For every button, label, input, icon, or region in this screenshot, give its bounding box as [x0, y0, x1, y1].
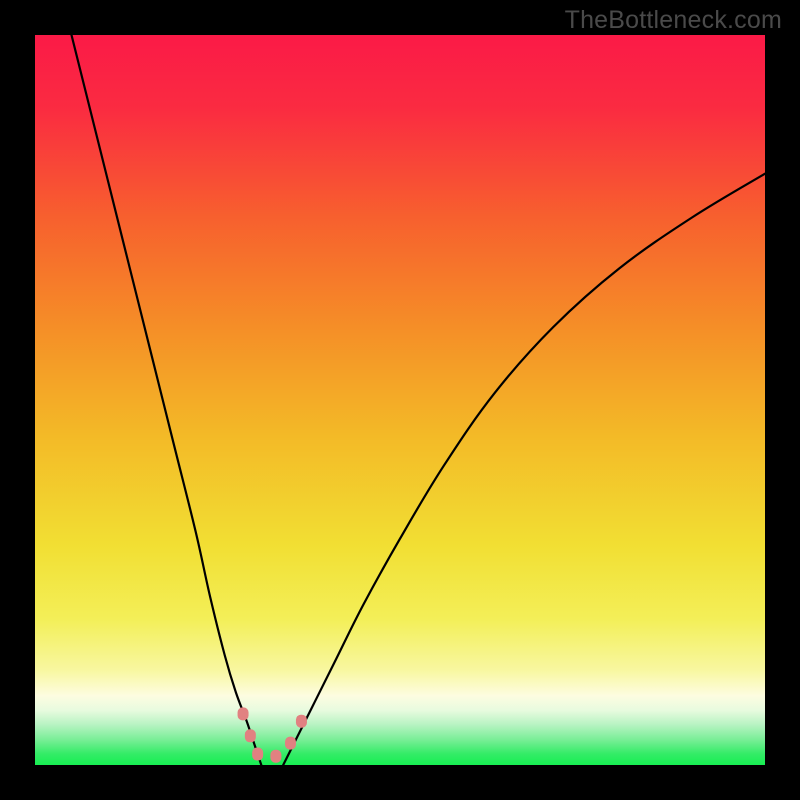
- chart-container: TheBottleneck.com: [0, 0, 800, 800]
- marker-left-upper: [238, 707, 249, 720]
- marker-right-bottom: [285, 737, 296, 750]
- watermark: TheBottleneck.com: [565, 6, 782, 35]
- marker-left-lower: [245, 729, 256, 742]
- marker-left-bottom: [252, 748, 263, 761]
- gradient-background: [35, 35, 765, 765]
- marker-right-upper: [296, 715, 307, 728]
- plot-area: [35, 35, 765, 765]
- marker-mid-bottom: [270, 750, 281, 763]
